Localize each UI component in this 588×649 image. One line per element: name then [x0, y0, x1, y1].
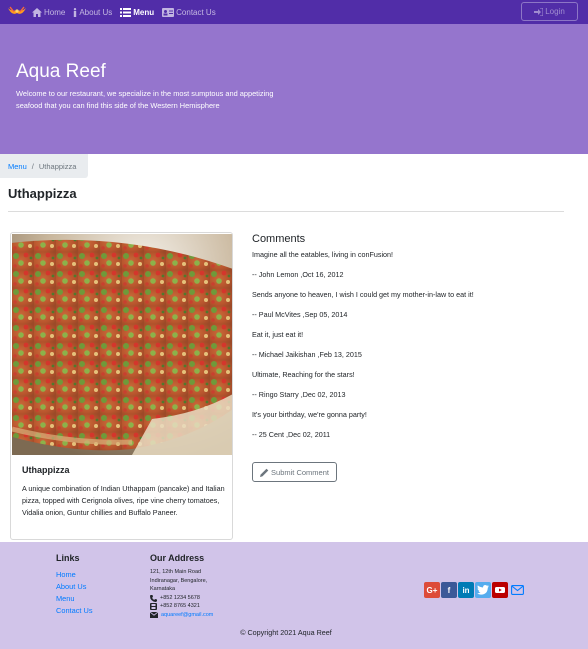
login-label: Login — [545, 7, 565, 16]
nav-about-label: About Us — [79, 7, 113, 17]
google-plus-icon[interactable]: G+ — [424, 582, 440, 598]
phone-icon — [150, 594, 157, 602]
address-line: 121, 12th Main Road — [150, 569, 202, 575]
address-line: Karnataka — [150, 586, 176, 593]
footer-links-title: Links — [56, 553, 80, 563]
nav-about-link[interactable]: About Us — [73, 7, 113, 17]
submit-comment-label: Submit Comment — [271, 467, 329, 477]
comment-author: -- 25 Cent ,Dec 02, 2011 — [252, 430, 331, 439]
footer-link-home[interactable]: Home — [56, 569, 93, 581]
phone-number: +852 1234 5678 — [160, 594, 200, 601]
pencil-icon — [260, 468, 269, 477]
footer-links: Home About Us Menu Contact Us — [56, 569, 93, 617]
comments-heading: Comments — [252, 233, 306, 245]
comment-author: -- Ringo Starry ,Dec 02, 2013 — [252, 390, 346, 399]
nav-contact-link[interactable]: Contact Us — [162, 7, 216, 17]
comment-author: -- Michael Jaikishan ,Feb 13, 2015 — [252, 350, 362, 359]
fax-line: +852 8765 4321 — [150, 602, 240, 611]
email-link[interactable]: aquareef@gmail.com — [161, 611, 213, 620]
restaurant-tagline: Welcome to our restaurant, we specialize… — [16, 89, 274, 110]
home-icon — [32, 7, 42, 17]
linkedin-icon[interactable]: in — [458, 582, 474, 598]
restaurant-name: Aqua Reef — [16, 61, 106, 82]
dish-description: A unique combination of Indian Uthappam … — [22, 484, 225, 517]
comment-text: It's your birthday, we're gonna party! — [252, 410, 367, 419]
page-title: Uthappizza — [8, 186, 77, 201]
nav-menu-label: Menu — [133, 7, 155, 17]
comment-text: Ultimate, Reaching for the stars! — [252, 370, 355, 379]
divider — [8, 211, 564, 212]
comment-author: -- Paul McVites ,Sep 05, 2014 — [252, 310, 348, 319]
social-links: G+ f in — [424, 582, 526, 598]
footer-link-about[interactable]: About Us — [56, 581, 93, 593]
mail-icon[interactable] — [509, 582, 525, 598]
fax-number: +852 8765 4321 — [160, 603, 200, 610]
email-line: aquareef@gmail.com — [150, 611, 240, 620]
address-line: Indiranagar, Bengalore, — [150, 577, 208, 584]
brand-logo[interactable] — [7, 4, 27, 20]
youtube-icon[interactable] — [492, 582, 508, 598]
footer-link-menu[interactable]: Menu — [56, 593, 93, 605]
jumbotron: Aqua Reef Welcome to our restaurant, we … — [0, 24, 588, 154]
list-icon — [120, 7, 132, 17]
nav-menu-link[interactable]: Menu — [120, 7, 155, 17]
facebook-icon[interactable]: f — [441, 582, 457, 598]
comment-author: -- John Lemon ,Oct 16, 2012 — [252, 270, 344, 279]
sign-in-icon — [534, 7, 544, 16]
info-icon — [74, 7, 77, 17]
address-block: 121, 12th Main Road Indiranagar, Bengalo… — [150, 568, 240, 620]
comment-text: Sends anyone to heaven, I wish I could g… — [252, 290, 474, 299]
submit-comment-button[interactable]: Submit Comment — [252, 462, 337, 482]
breadcrumb-current: Uthappizza — [38, 161, 77, 171]
address-title: Our Address — [150, 553, 205, 563]
comment-text: Eat it, just eat it! — [252, 330, 304, 339]
dish-image — [12, 234, 232, 455]
comments-section: Comments Imagine all the eatables, livin… — [252, 233, 477, 449]
breadcrumb-menu-link[interactable]: Menu — [8, 162, 27, 171]
login-button[interactable]: Login — [521, 2, 578, 21]
phone-line: +852 1234 5678 — [150, 594, 240, 603]
footer: Links Home About Us Menu Contact Us Our … — [0, 542, 588, 649]
nav-home-label: Home — [44, 7, 66, 17]
envelope-icon — [150, 612, 158, 619]
copyright-text: © Copyright 2021 Aqua Reef — [240, 628, 332, 637]
nav-home-link[interactable]: Home — [32, 7, 66, 17]
fax-icon — [150, 603, 157, 611]
footer-link-contact[interactable]: Contact Us — [56, 605, 93, 617]
breadcrumb: Menu / Uthappizza — [0, 154, 88, 178]
twitter-icon[interactable] — [475, 582, 491, 598]
nav-contact-label: Contact Us — [176, 7, 216, 17]
dish-name: Uthappizza — [22, 465, 70, 475]
navbar: Home About Us Menu Contact Us Login — [0, 0, 588, 24]
breadcrumb-separator: / — [31, 161, 34, 171]
dish-card: Uthappizza A unique combination of India… — [10, 232, 233, 540]
address-card-icon — [162, 7, 175, 17]
comment-text: Imagine all the eatables, living in conF… — [252, 250, 394, 259]
